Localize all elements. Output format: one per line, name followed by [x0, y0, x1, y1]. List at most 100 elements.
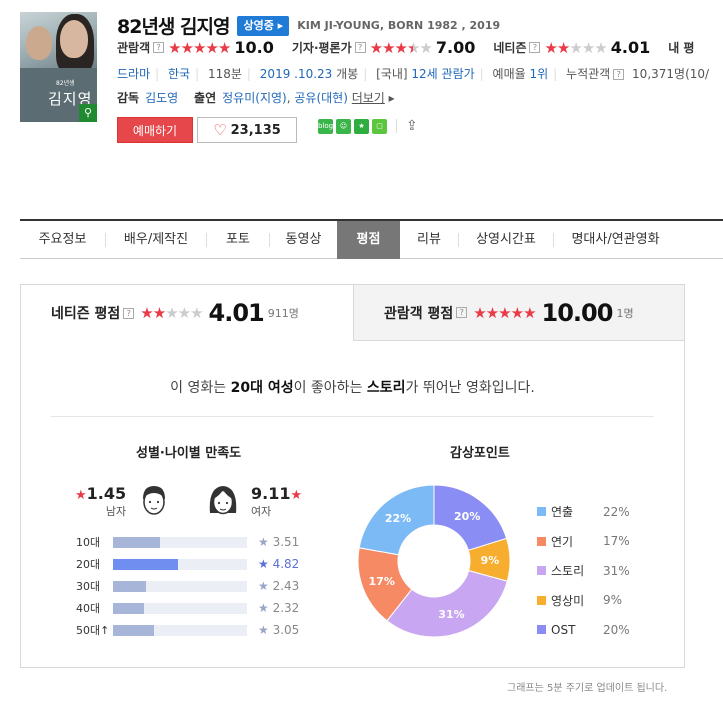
tab-main-info[interactable]: 주요정보 [20, 221, 105, 259]
cast-link[interactable]: 정유미(지영) [222, 91, 287, 105]
country-link[interactable]: 한국 [168, 67, 190, 81]
donut-slice-스토리 [386, 569, 508, 637]
cast-link[interactable]: 공유(대현) [294, 91, 348, 105]
age-row: 50대↑ ★ 3.05 [76, 623, 300, 637]
band-share-icon[interactable]: ▢ [372, 118, 387, 134]
tab-cast[interactable]: 배우/제작진 [106, 221, 206, 259]
female-avatar-icon [209, 486, 237, 515]
help-icon[interactable]: ? [613, 69, 625, 80]
grade-link[interactable]: 12세 관람가 [411, 67, 474, 81]
donut-label: 9% [481, 554, 500, 567]
audience-score: 10.00 [541, 298, 614, 327]
legend-item: 연기 17% [537, 527, 637, 557]
audience-score: 10.0 [234, 38, 274, 57]
legend-item: 스토리 31% [537, 556, 637, 586]
genre-link[interactable]: 드라마 [117, 67, 150, 81]
age-row: 40대 ★ 2.32 [76, 601, 300, 615]
watch-point-title: 감상포인트 [450, 446, 510, 461]
netizen-stars: ★★★★★ [544, 38, 607, 57]
audience-count: 10,371명(10/ [632, 67, 710, 81]
director-link[interactable]: 김도영 [145, 91, 178, 105]
watch-point-donut-chart: 20% 9% 31% 17% 22% [358, 485, 510, 637]
netizen-count: 911명 [267, 307, 299, 320]
my-rating-label[interactable]: 내 평 [668, 39, 694, 56]
legend-item: 연출 22% [537, 497, 637, 527]
female-score: 9.11★ 여자 [208, 483, 302, 519]
director-label: 감독 [117, 91, 140, 105]
legend-item: 영상미 9% [537, 586, 637, 616]
audience-stars: ★★★★★ [473, 303, 536, 322]
share-icon[interactable]: ⇪ [406, 118, 418, 134]
credits-row: 감독 김도영 출연 정유미(지영), 공유(대현) 더보기 ▸ [117, 91, 395, 105]
help-icon[interactable]: ? [153, 42, 165, 53]
rating-summary: 이 영화는 20대 여성이 좋아하는 스토리가 뛰어난 영화입니다. [170, 380, 535, 396]
rating-panel: 네티즌 평점 ? ★★★★★ 4.01 911명 관람객 평점 ? ★★★★★ … [20, 284, 685, 668]
help-icon[interactable]: ? [123, 307, 135, 319]
legend-value: 22% [603, 504, 630, 519]
legend-label: 연기 [551, 534, 574, 549]
rating-row: 관람객 ? ★★★★★ 10.0 기자·평론가 ? ★★★★★ 7.00 네티즌… [117, 38, 694, 57]
like-button[interactable]: ♡ 23,135 [197, 117, 297, 143]
help-icon[interactable]: ? [529, 42, 541, 53]
release-date-link[interactable]: 2019 .10.23 [260, 67, 333, 81]
age-row: 30대 ★ 2.43 [76, 579, 300, 593]
netizen-rating-label: 네티즌 [493, 41, 527, 55]
netizen-rating-tab[interactable]: 네티즌 평점 ? ★★★★★ 4.01 911명 [21, 285, 353, 341]
status-badge[interactable]: 상영중 ▸ [237, 15, 290, 36]
movie-title[interactable]: 82년생 김지영 [117, 12, 230, 39]
legend-label: 영상미 [551, 593, 585, 608]
legend-label: 스토리 [551, 564, 585, 579]
audience-stars: ★★★★★ [168, 38, 231, 57]
age-rating-list: 10대 ★ 3.51 20대 ★ 4.82 30대 ★ 2.43 40대 ★ 2… [76, 531, 316, 641]
tab-quotes[interactable]: 명대사/연관영화 [554, 221, 677, 259]
cast-more-link[interactable]: 더보기 [352, 91, 385, 105]
netizen-score: 4.01 [208, 299, 265, 327]
audience-rating-tab[interactable]: 관람객 평점 ? ★★★★★ 10.00 1명 [353, 285, 684, 341]
movie-info-row: 드라마 | 한국 | 118분 | 2019 .10.23 개봉 | [국내] 12세 … [117, 67, 710, 81]
runtime: 118분 [207, 67, 242, 81]
legend-swatch [537, 507, 546, 517]
like-count: 23,135 [230, 122, 281, 138]
gender-age-title: 성별·나이별 만족도 [136, 446, 242, 461]
bookmark-share-icon[interactable]: ★ [354, 118, 369, 134]
critic-stars: ★★★★★ [369, 38, 433, 57]
heart-icon: ♡ [213, 121, 227, 139]
age-row: 10대 ★ 3.51 [76, 535, 300, 549]
tab-photo[interactable]: 포토 [207, 221, 269, 259]
watch-point-legend: 연출 22% 연기 17% 스토리 31% 영상미 9% OST 20% [537, 497, 637, 645]
critic-score: 7.00 [435, 38, 476, 57]
donut-label: 31% [438, 608, 464, 621]
booking-rank-link[interactable]: 1위 [529, 67, 548, 81]
tab-rating[interactable]: 평점 [337, 221, 400, 259]
legend-swatch [537, 595, 546, 605]
male-score: ★1.45 남자 [75, 483, 169, 519]
reserve-button[interactable]: 예매하기 [117, 117, 193, 143]
share-bar: blog ☺ ★ ▢ ⇪ [318, 118, 418, 134]
age-row: 20대 ★ 4.82 [76, 557, 300, 571]
tab-review[interactable]: 리뷰 [400, 221, 458, 259]
release-suffix: 개봉 [336, 67, 359, 81]
tab-video[interactable]: 동영상 [270, 221, 337, 259]
donut-label: 20% [454, 510, 480, 523]
chevron-right-icon: ▸ [388, 91, 395, 105]
audience-rating-label: 관람객 [117, 41, 151, 55]
help-icon[interactable]: ? [354, 42, 366, 53]
audience-count: 1명 [616, 306, 634, 320]
legend-label: OST [551, 622, 576, 637]
legend-swatch [537, 536, 546, 546]
legend-swatch [537, 625, 546, 635]
poster-subtitle: 82년생 [56, 80, 75, 87]
title-row: 82년생 김지영 상영중 ▸ KIM JI-YOUNG, BORN 1982 ,… [117, 12, 500, 39]
audience-count-label: 누적관객 [566, 67, 611, 81]
cafe-share-icon[interactable]: ☺ [336, 118, 351, 134]
blog-share-icon[interactable]: blog [318, 118, 333, 134]
legend-item: OST 20% [537, 615, 637, 645]
movie-poster[interactable]: 82년생 김지영 ⚲ [20, 12, 97, 122]
help-icon[interactable]: ? [456, 307, 468, 318]
detail-tabs: 주요정보 배우/제작진 포토 동영상 평점 리뷰 상영시간표 명대사/연관영화 [20, 219, 723, 259]
cast-label: 출연 [194, 91, 217, 105]
legend-value: 20% [603, 622, 630, 637]
tab-schedule[interactable]: 상영시간표 [459, 221, 553, 259]
zoom-icon[interactable]: ⚲ [79, 104, 97, 122]
legend-value: 17% [603, 534, 630, 549]
